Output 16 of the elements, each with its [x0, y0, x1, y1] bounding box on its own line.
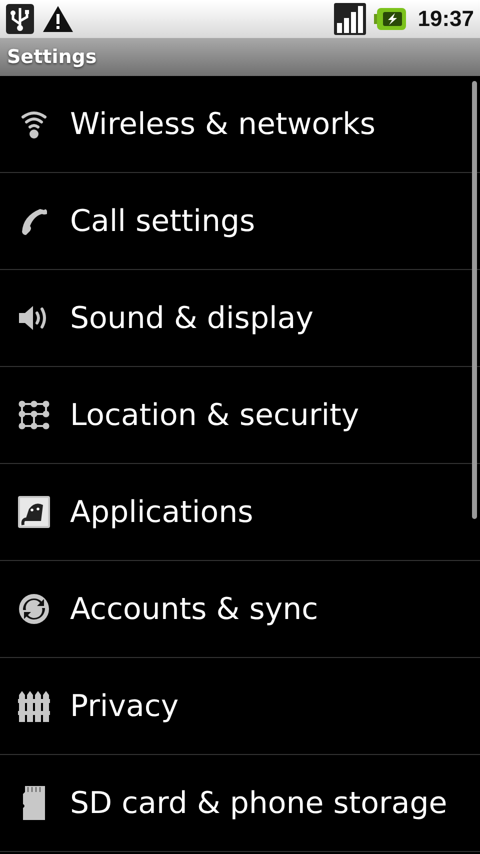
signal-icon [334, 3, 366, 35]
sync-icon [18, 593, 50, 625]
settings-item[interactable]: Privacy [0, 658, 480, 755]
settings-item[interactable]: SD card & phone storage [0, 755, 480, 852]
scrollbar[interactable] [472, 81, 477, 519]
warning-icon [42, 5, 74, 33]
sd-card-icon [22, 786, 46, 820]
phone-icon [20, 206, 48, 236]
pattern-grid-icon [18, 400, 50, 430]
usb-icon [6, 4, 34, 34]
settings-item[interactable]: Accounts & sync [0, 561, 480, 658]
screen-title: Settings [7, 46, 97, 68]
battery-charging-icon [374, 8, 406, 30]
fence-icon [18, 690, 50, 722]
wifi-icon [20, 109, 48, 139]
clock-time: 19:37 [418, 6, 474, 32]
